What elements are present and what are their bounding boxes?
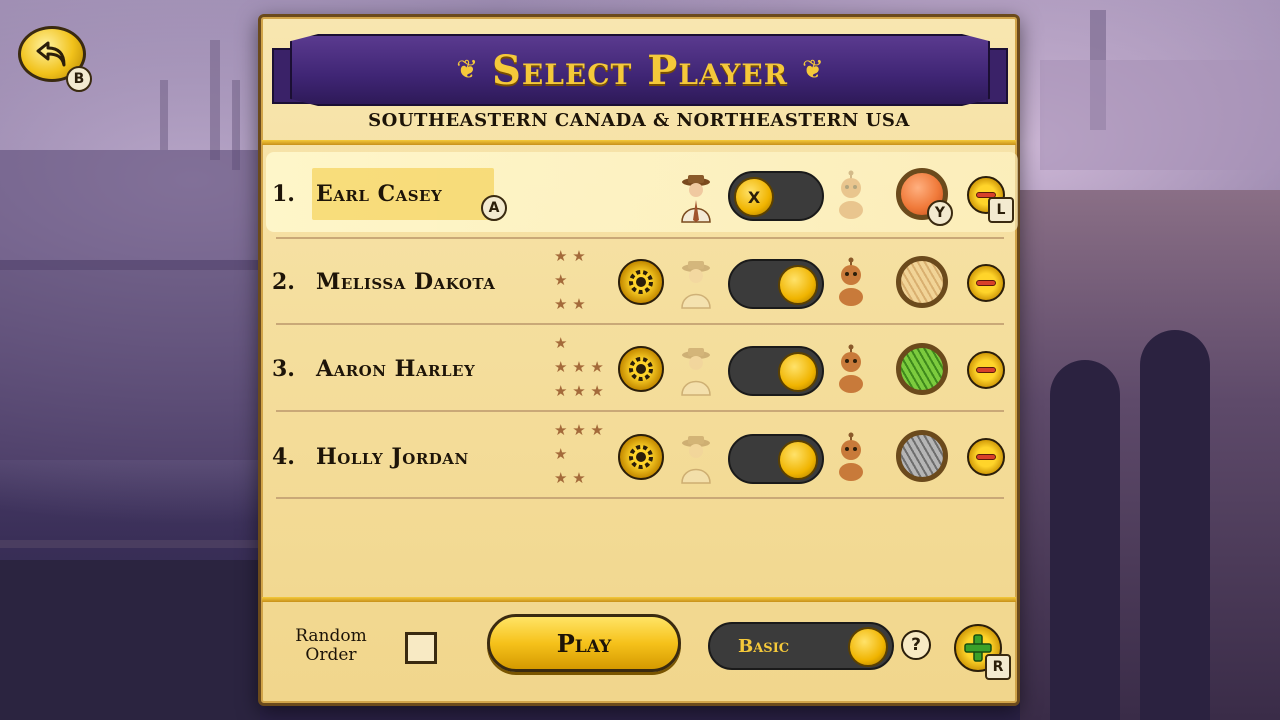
player-name[interactable]: Melissa Dakota — [316, 269, 495, 295]
human-player-icon[interactable] — [676, 172, 716, 224]
add-hint-badge: R — [985, 654, 1011, 680]
star-row: ★ — [554, 334, 568, 352]
star-row: ★ — [554, 271, 568, 289]
toggle-knob: X — [734, 177, 774, 217]
human-player-icon[interactable] — [676, 258, 716, 310]
color-picker-gray[interactable] — [896, 430, 948, 482]
robot-icon[interactable] — [834, 344, 868, 396]
player-number: 4. — [272, 444, 295, 470]
minus-icon — [976, 280, 996, 286]
divider-top — [262, 140, 1016, 145]
ai-settings-button[interactable] — [618, 346, 664, 392]
robot-icon[interactable] — [834, 432, 868, 484]
gear-icon — [629, 445, 653, 469]
player-name[interactable]: Aaron Harley — [316, 356, 475, 382]
ai-settings-button[interactable] — [618, 434, 664, 480]
player-number: 3. — [272, 356, 295, 382]
difficulty-mode-toggle[interactable]: Basic — [708, 622, 894, 670]
star-row: ★ ★ ★ — [554, 382, 604, 400]
player-name[interactable]: Holly Jordan — [316, 444, 469, 470]
back-arrow-icon — [36, 41, 66, 67]
robot-icon[interactable] — [834, 170, 868, 222]
toggle-knob — [778, 440, 818, 480]
random-order-checkbox[interactable] — [405, 632, 437, 664]
name-hint-badge: A — [481, 195, 507, 221]
flourish-right-icon: ❦ — [802, 55, 824, 85]
toggle-knob — [848, 627, 888, 667]
skill-stars: ★ ★ ★ ★ ★ — [554, 244, 614, 316]
player-name[interactable]: Earl Casey — [316, 181, 442, 207]
skill-stars: ★ ★ ★ ★ ★ ★ — [554, 418, 614, 490]
toggle-knob — [778, 265, 818, 305]
color-picker-green[interactable] — [896, 343, 948, 395]
player-type-toggle[interactable] — [728, 259, 824, 309]
row-divider — [276, 237, 1004, 239]
gear-icon — [629, 357, 653, 381]
human-player-icon[interactable] — [676, 433, 716, 485]
row-divider — [276, 410, 1004, 412]
remove-player-button[interactable] — [967, 351, 1005, 389]
flourish-left-icon: ❦ — [456, 55, 478, 85]
color-picker-wood[interactable] — [896, 256, 948, 308]
star-row: ★ ★ — [554, 469, 586, 487]
play-button[interactable]: Play — [487, 614, 681, 672]
skill-stars: ★ ★ ★ ★ ★ ★ ★ — [554, 331, 614, 403]
page-title: Select Player — [492, 46, 788, 94]
star-row: ★ ★ ★ — [554, 421, 604, 439]
mode-label: Basic — [738, 636, 790, 657]
row-divider — [276, 323, 1004, 325]
player-number: 1. — [272, 181, 295, 207]
remove-hint-badge: L — [988, 197, 1014, 223]
star-row: ★ ★ — [554, 247, 586, 265]
minus-icon — [976, 367, 996, 373]
ai-settings-button[interactable] — [618, 259, 664, 305]
robot-icon[interactable] — [834, 257, 868, 309]
toggle-hint-label: X — [747, 187, 761, 207]
toggle-knob — [778, 352, 818, 392]
back-hint-badge: B — [66, 66, 92, 92]
player-type-toggle[interactable] — [728, 434, 824, 484]
player-number: 2. — [272, 269, 295, 295]
map-subtitle: SOUTHEASTERN CANADA & NORTHEASTERN USA — [368, 110, 910, 131]
player-type-toggle[interactable]: X — [728, 171, 824, 221]
remove-player-button[interactable] — [967, 438, 1005, 476]
divider-bottom — [262, 597, 1016, 602]
gear-icon — [629, 270, 653, 294]
minus-icon — [976, 454, 996, 460]
title-banner: ❦ Select Player ❦ — [290, 34, 990, 106]
row-divider — [276, 497, 1004, 499]
player-type-toggle[interactable] — [728, 346, 824, 396]
star-row: ★ ★ ★ — [554, 358, 604, 376]
color-hint-badge: Y — [927, 200, 953, 226]
star-row: ★ ★ — [554, 295, 586, 313]
human-player-icon[interactable] — [676, 345, 716, 397]
remove-player-button[interactable] — [967, 264, 1005, 302]
random-order-label: Random Order — [295, 626, 367, 665]
help-button[interactable]: ? — [901, 630, 931, 660]
star-row: ★ — [554, 445, 568, 463]
